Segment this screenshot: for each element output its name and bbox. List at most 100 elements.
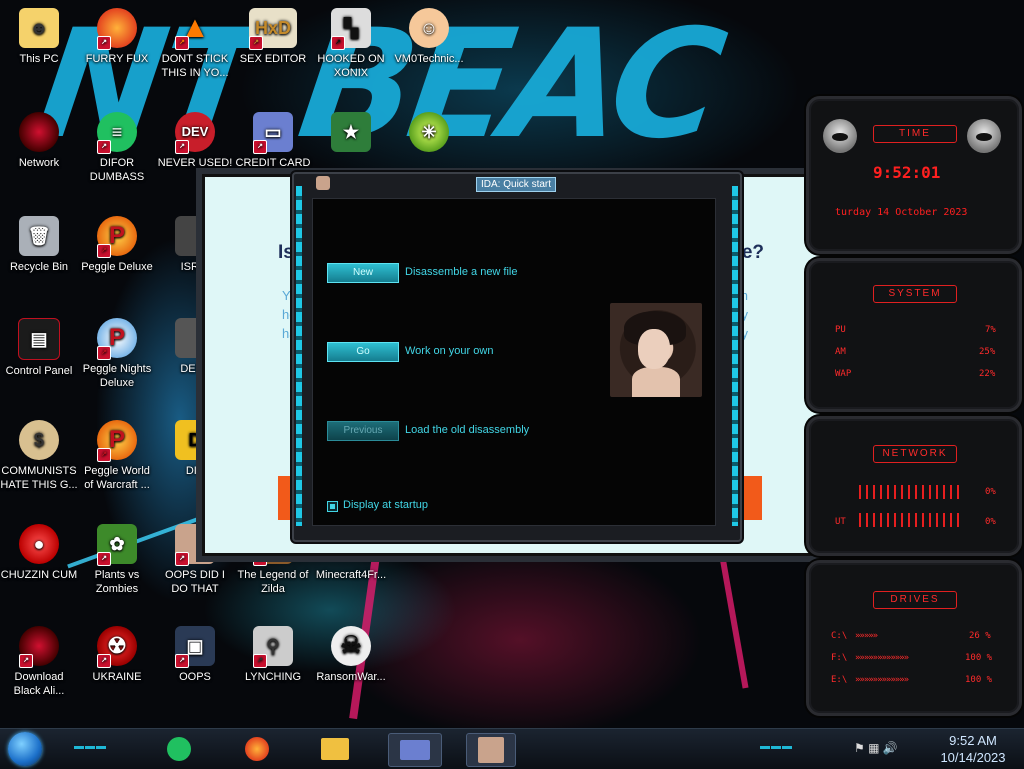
desktop-icon[interactable]: ▭ ↗ CREDIT CARD: [234, 112, 312, 170]
desktop-icon[interactable]: ▣ ↗ OOPS: [156, 626, 234, 684]
new-description: Disassemble a new file: [405, 266, 518, 278]
desktop-icon[interactable]: ▚ ↗ HOOKED ON XONIX: [312, 8, 390, 80]
icon-label: Minecraft4Fr...: [315, 569, 387, 581]
taskbar-clock[interactable]: 9:52 AM 10/14/2023: [928, 732, 1018, 766]
desktop-icon[interactable]: P ↗ Peggle Nights Deluxe: [78, 318, 156, 390]
drives-gadget[interactable]: DRIVES C:\ »»»»» 26 % F:\ »»»»»»»»»»»» 1…: [806, 560, 1022, 716]
dialog-title: IDA: Quick start: [476, 177, 557, 192]
icon-label: VM0Technic...: [394, 53, 464, 65]
taskbar-app-explorer[interactable]: [318, 733, 352, 765]
display-at-startup-label[interactable]: Display at startup: [343, 499, 428, 511]
icon-label: LYNCHING: [244, 671, 302, 683]
icon-label: RansomWar...: [316, 671, 386, 683]
desktop-icon[interactable]: HxD ↗ SEX EDITOR: [234, 8, 312, 66]
ida-app-icon: [316, 176, 330, 190]
icon-label: Peggle World of Warcraft ...: [84, 465, 150, 491]
money-bag-icon: $: [19, 420, 59, 460]
icon-label: Download Black Ali...: [13, 671, 65, 697]
taskbar-decoration: ▬▬▬: [74, 741, 107, 752]
desktop-icon[interactable]: ☺ VM0Technic...: [390, 8, 468, 66]
drive-c-value: 26 %: [969, 631, 991, 641]
taskbar-app-firefox[interactable]: [240, 733, 274, 765]
desktop-icon[interactable]: Network: [0, 112, 78, 170]
icon-label: CHUZZIN CUM: [0, 569, 78, 581]
desktop-icon[interactable]: $ COMMUNISTS HATE THIS G...: [0, 420, 78, 492]
icon-label: UKRAINE: [92, 671, 142, 683]
icon-label: DIFOR DUMBASS: [89, 157, 145, 183]
bg-orange-button-right[interactable]: [740, 476, 762, 520]
peggle-nights-icon: P ↗: [97, 318, 137, 360]
flag-icon[interactable]: ⚑: [854, 741, 865, 755]
icon-label: DONT STICK THIS IN YO...: [161, 53, 229, 79]
system-title: SYSTEM: [873, 285, 957, 303]
time-title: TIME: [873, 125, 957, 143]
desktop-icon[interactable]: ⚲ ↗ LYNCHING: [234, 626, 312, 684]
icon-label: Recycle Bin: [9, 261, 69, 273]
santa-game-icon: ★: [331, 112, 371, 152]
alien-head-icon: [967, 119, 1001, 153]
firefox-icon: ↗: [97, 8, 137, 50]
drive-c-label: C:\: [831, 631, 848, 641]
taskbar-app-credit-card[interactable]: [388, 733, 442, 767]
desktop-icon[interactable]: DEV ↗ NEVER USED!: [156, 112, 234, 170]
display-at-startup-checkbox[interactable]: [327, 501, 338, 512]
icon-label: COMMUNISTS HATE THIS G...: [0, 465, 78, 491]
icon-label: Control Panel: [5, 365, 73, 377]
credit-card-app-icon: [400, 740, 430, 760]
drive-e-value: 100 %: [965, 675, 993, 685]
desktop-icon[interactable]: P ↗ Peggle Deluxe: [78, 216, 156, 274]
desktop-icon[interactable]: ☠ RansomWar...: [312, 626, 390, 684]
start-button[interactable]: [8, 732, 42, 766]
taskbar-app-ida[interactable]: [466, 733, 516, 767]
previous-button[interactable]: Previous: [327, 421, 399, 441]
icon-label: OOPS DID I DO THAT: [165, 569, 225, 595]
network-gadget[interactable]: NETWORK 0% UT 0%: [806, 416, 1022, 556]
desktop-icon[interactable]: 🗑 Recycle Bin: [0, 216, 78, 274]
desktop-icon[interactable]: ▤ Control Panel: [0, 318, 78, 378]
taskbar-decoration: ▬▬▬: [760, 741, 793, 752]
go-button[interactable]: Go: [327, 342, 399, 362]
icon-label: HOOKED ON XONIX: [317, 53, 385, 79]
desktop-icon[interactable]: ↗ FURRY FUX: [78, 8, 156, 66]
icon-label: Peggle Deluxe: [81, 261, 153, 273]
network-tray-icon[interactable]: ▦: [868, 741, 879, 755]
chat-app-icon: ≡ ↗: [97, 112, 137, 154]
volume-icon[interactable]: 🔊: [883, 741, 898, 755]
alien-head-icon: [823, 119, 857, 153]
taskbar: ▬▬▬ ▬▬▬ ⚑ ▦ 🔊 9:52 AM 10/14/2023: [0, 728, 1024, 769]
icon-label: Network: [18, 157, 60, 169]
desktop-icon[interactable]: ▲ ↗ DONT STICK THIS IN YO...: [156, 8, 234, 80]
desktop-icon[interactable]: ☢ ↗ UKRAINE: [78, 626, 156, 684]
time-gadget[interactable]: TIME 9:52:01 turday 14 October 2023: [806, 96, 1022, 254]
previous-description: Load the old disassembly: [405, 424, 530, 436]
system-gadget[interactable]: SYSTEM PU 7% AM 25% WAP 22%: [806, 258, 1022, 412]
desktop-icon[interactable]: ● CHUZZIN CUM: [0, 524, 78, 582]
this-pc-icon: ☻: [19, 8, 59, 48]
file-explorer-icon: [321, 738, 349, 760]
taskbar-app-chat[interactable]: [162, 733, 196, 765]
doctor-icon: ☺: [409, 8, 449, 48]
xonix-game-icon: ▚ ↗: [331, 8, 371, 50]
network-out-graph: [859, 513, 959, 527]
new-button[interactable]: New: [327, 263, 399, 283]
icon-label: The Legend of Zilda: [237, 569, 309, 595]
ida-portrait-image: [610, 303, 702, 397]
desktop-icon[interactable]: ↗ Download Black Ali...: [0, 626, 78, 698]
ida-quick-start-dialog[interactable]: IDA: Quick start New Disassemble a new f…: [292, 172, 742, 542]
network-icon: [19, 112, 59, 152]
desktop-icon[interactable]: ✿ ↗ Plants vs Zombies: [78, 524, 156, 596]
network-out-value: 0%: [985, 517, 996, 527]
skull-icon: ☠: [331, 626, 371, 666]
drive-f-label: F:\: [831, 653, 848, 663]
desktop-icon[interactable]: P ↗ Peggle World of Warcraft ...: [78, 420, 156, 492]
desktop-icon[interactable]: ☻ This PC: [0, 8, 78, 66]
system-tray: ⚑ ▦ 🔊: [854, 741, 898, 755]
desktop-icon[interactable]: ≡ ↗ DIFOR DUMBASS: [78, 112, 156, 184]
plants-vs-zombies-icon: ✿ ↗: [97, 524, 137, 566]
gadget-date: turday 14 October 2023: [835, 207, 968, 218]
drives-title: DRIVES: [873, 591, 957, 609]
drive-f-value: 100 %: [965, 653, 993, 663]
recycle-bin-icon: 🗑: [19, 216, 59, 256]
radiation-icon: ☢ ↗: [97, 626, 137, 668]
vlc-cone-icon: ▲ ↗: [175, 8, 215, 50]
